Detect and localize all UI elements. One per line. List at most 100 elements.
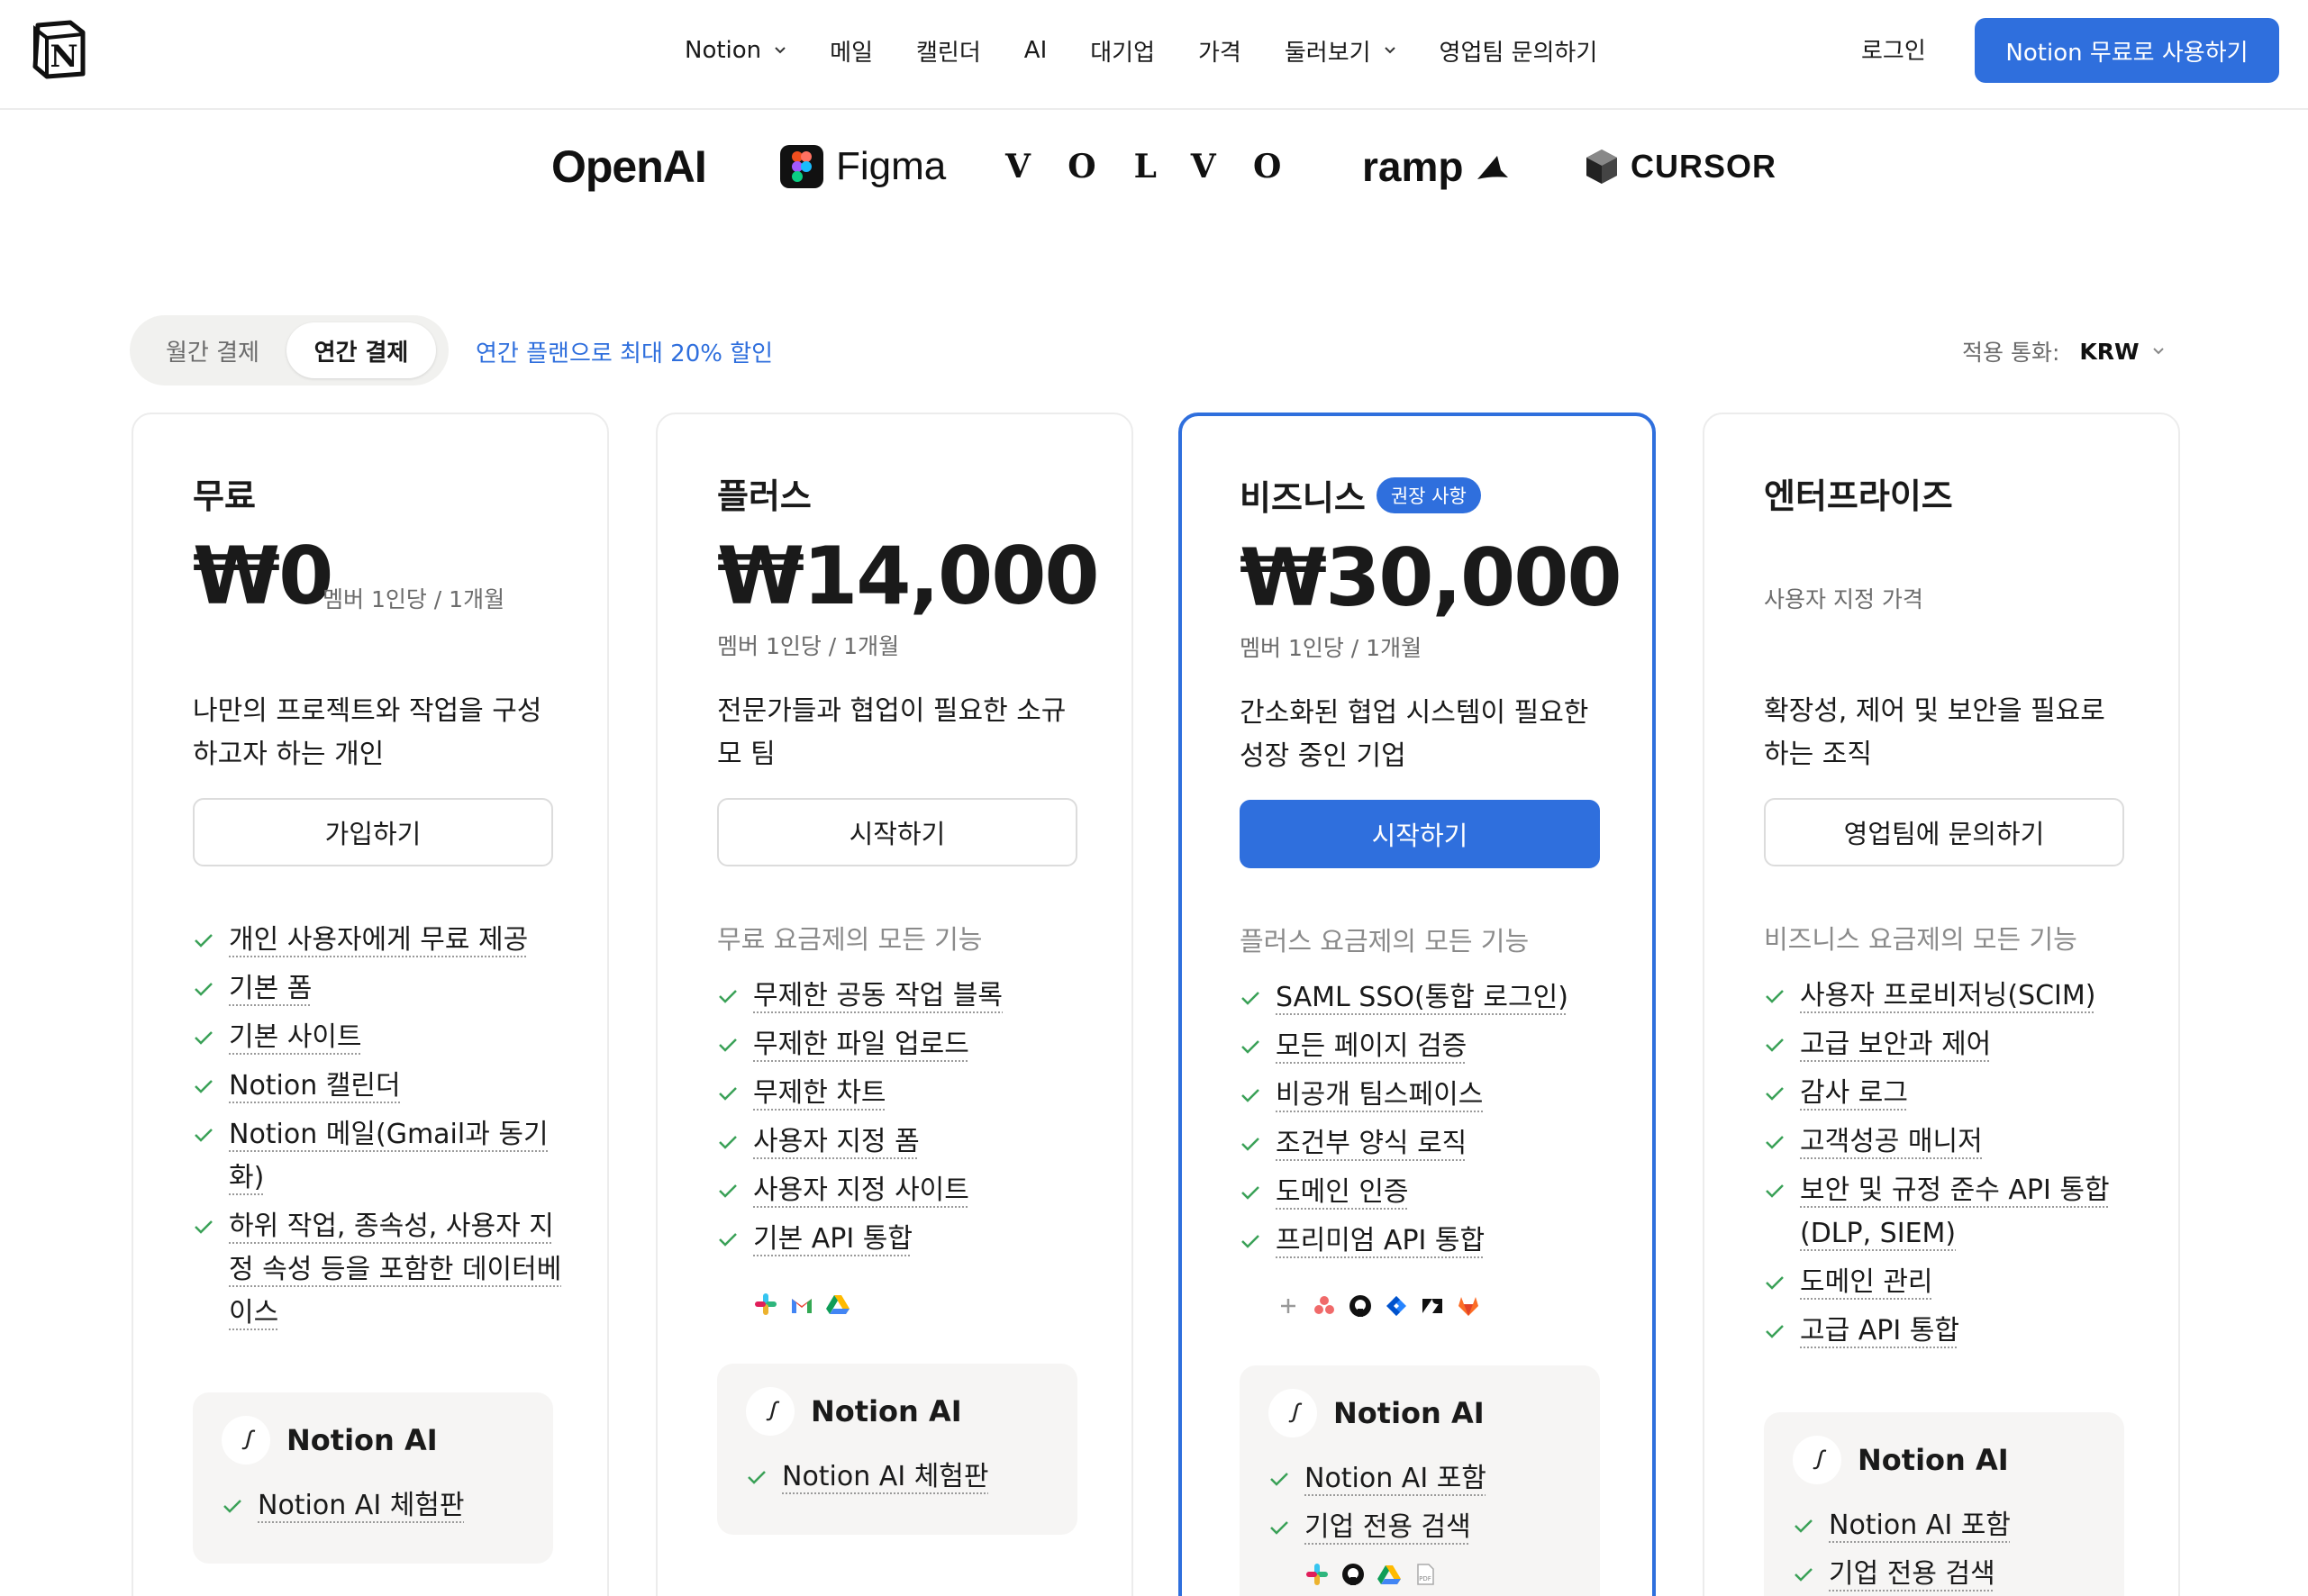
feature-item: 사용자 프로비저닝(SCIM)	[1764, 975, 2142, 1018]
figma-icon	[780, 145, 823, 188]
plan-name: 비즈니스	[1240, 478, 1366, 518]
notion-ai-face-icon: ꭍ	[746, 1387, 795, 1436]
check-icon	[748, 1471, 766, 1484]
check-icon	[1241, 992, 1259, 1005]
get-started-button[interactable]: 시작하기	[717, 798, 1077, 866]
feature-item: 프리미엄 API 통합	[1240, 1220, 1618, 1263]
nav-item-calendar[interactable]: 캘린더	[916, 34, 981, 68]
plan-price-unit: 멤버 1인당 / 1개월	[1240, 635, 1422, 661]
nav-item-label: 대기업	[1090, 39, 1156, 67]
currency-label: 적용 통화:	[1962, 340, 2060, 366]
feature-text: SAML SSO(통합 로그인)	[1276, 982, 1568, 1013]
plan-card-enterprise: 엔터프라이즈 사용자 지정 가격 확장성, 제어 및 보안을 필요로 하는 조직…	[1703, 413, 2180, 1596]
ramp-logo: ramp	[1362, 135, 1512, 198]
check-icon	[195, 1129, 213, 1142]
gmail-icon	[792, 1299, 812, 1313]
feature-item: 모든 페이지 검증	[1240, 1025, 1618, 1068]
check-icon	[1766, 1136, 1784, 1149]
recommended-badge: 권장 사항	[1376, 476, 1481, 513]
feature-item: 개인 사용자에게 무료 제공	[193, 919, 571, 962]
feature-text: 고객성공 매니저	[1800, 1126, 1983, 1157]
feature-text: Notion AI 포함	[1304, 1463, 1486, 1494]
plan-price-unit: 멤버 1인당 / 1개월	[717, 633, 900, 659]
annual-discount-note: 연간 플랜으로 최대 20% 할인	[476, 340, 774, 367]
annual-billing-option[interactable]: 연간 결제	[286, 322, 436, 378]
notion-ai-box: ꭍ Notion AI Notion AI 체험판	[193, 1392, 553, 1564]
sign-up-button[interactable]: 가입하기	[193, 798, 553, 866]
feature-item: 비공개 팀스페이스	[1240, 1074, 1618, 1117]
check-icon	[1766, 1038, 1784, 1052]
notion-ai-feature-list: Notion AI 체험판	[222, 1484, 465, 1533]
feature-text: 기본 폼	[229, 973, 313, 1004]
check-icon	[1270, 1521, 1288, 1535]
feature-item: Notion AI 체험판	[746, 1455, 989, 1499]
billing-toggle: 월간 결제 연간 결제	[130, 315, 449, 385]
nav-item-mail[interactable]: 메일	[830, 34, 873, 68]
feature-item: 고급 보안과 제어	[1764, 1023, 2142, 1066]
notion-logo[interactable]: N	[31, 20, 88, 79]
google-drive-icon	[826, 1295, 850, 1314]
contact-sales-button[interactable]: 영업팀에 문의하기	[1764, 798, 2124, 866]
check-icon	[195, 934, 213, 948]
gitlab-icon	[1458, 1297, 1478, 1316]
nav-item-explore[interactable]: 둘러보기	[1285, 34, 1396, 68]
feature-item: 기본 사이트	[193, 1016, 571, 1059]
plan-includes-heading: 비즈니스 요금제의 모든 기능	[1764, 924, 2077, 955]
check-icon	[223, 1500, 241, 1513]
check-icon	[719, 1136, 737, 1149]
notion-ai-header: ꭍ Notion AI	[746, 1387, 962, 1436]
nav-item-contact-sales[interactable]: 영업팀 문의하기	[1440, 34, 1598, 68]
feature-text: 고급 보안과 제어	[1800, 1029, 1992, 1060]
check-icon	[195, 983, 213, 996]
jira-icon	[1386, 1296, 1406, 1316]
monthly-billing-option[interactable]: 월간 결제	[166, 315, 259, 385]
plan-name-row: 비즈니스 권장 사항	[1240, 470, 1481, 520]
nav-item-enterprise[interactable]: 대기업	[1090, 34, 1155, 68]
chevron-down-icon	[1384, 47, 1395, 54]
plan-price: ₩0	[193, 530, 333, 622]
feature-text: 기본 사이트	[229, 1021, 362, 1053]
feature-text: 기본 API 통합	[753, 1223, 913, 1255]
feature-text: 기업 전용 검색	[1304, 1511, 1471, 1543]
feature-item: 기업 전용 검색	[1793, 1553, 2011, 1596]
feature-item: 보안 및 규정 준수 API 통합(DLP, SIEM)	[1764, 1169, 2142, 1256]
plan-description: 확장성, 제어 및 보안을 필요로 하는 조직	[1764, 695, 2105, 770]
plan-description: 간소화된 협업 시스템이 필요한 성장 중인 기업	[1240, 697, 1589, 772]
check-icon	[1795, 1568, 1813, 1582]
feature-text: Notion AI 체험판	[258, 1490, 465, 1521]
plan-card-free: 무료 ₩0 멤버 1인당 / 1개월 나만의 프로젝트와 작업을 구성하고자 하…	[132, 413, 609, 1596]
plan-name: 엔터프라이즈	[1764, 476, 1953, 516]
nav-item-ai[interactable]: AI	[1024, 37, 1047, 64]
cursor-logo: CURSOR	[1584, 135, 1776, 198]
volvo-logo: VOLVO	[1005, 148, 1320, 186]
chevron-down-icon	[775, 47, 786, 54]
svg-text:PDF: PDF	[1419, 1575, 1431, 1582]
get-notion-free-button[interactable]: Notion 무료로 사용하기	[1975, 18, 2279, 83]
login-link[interactable]: 로그인	[1861, 32, 1926, 66]
nav-item-notion[interactable]: Notion	[685, 37, 786, 64]
feature-item: 무제한 공동 작업 블록	[717, 975, 1095, 1018]
currency-selector[interactable]: 적용 통화: KRW	[1962, 335, 2165, 367]
feature-item: 도메인 인증	[1240, 1171, 1618, 1214]
feature-text: Notion 메일(Gmail과 동기화)	[229, 1119, 549, 1193]
check-icon	[1766, 1276, 1784, 1290]
feature-item: SAML SSO(통합 로그인)	[1240, 976, 1618, 1020]
github-icon	[1342, 1564, 1364, 1585]
notion-ai-header: ꭍ Notion AI	[222, 1416, 438, 1465]
check-icon	[1766, 1087, 1784, 1101]
feature-item: Notion 캘린더	[193, 1065, 571, 1108]
feature-text: 무제한 공동 작업 블록	[753, 980, 1004, 1011]
plan-description: 전문가들과 협업이 필요한 소규모 팀	[717, 695, 1067, 770]
plan-card-business: 비즈니스 권장 사항 ₩30,000 멤버 1인당 / 1개월 간소화된 협업 …	[1178, 413, 1656, 1596]
get-started-button[interactable]: 시작하기	[1240, 800, 1600, 868]
openai-logo: OpenAI	[551, 141, 707, 192]
nav-item-label: AI	[1023, 37, 1048, 64]
cursor-cube-icon	[1586, 150, 1617, 184]
zendesk-icon	[1422, 1299, 1442, 1313]
nav-item-pricing[interactable]: 가격	[1198, 34, 1241, 68]
plan-price: ₩14,000	[717, 530, 1100, 622]
plan-includes-heading: 무료 요금제의 모든 기능	[717, 924, 983, 955]
svg-text:N: N	[50, 39, 77, 75]
check-icon	[1766, 1325, 1784, 1338]
feature-text: 도메인 관리	[1800, 1266, 1933, 1298]
